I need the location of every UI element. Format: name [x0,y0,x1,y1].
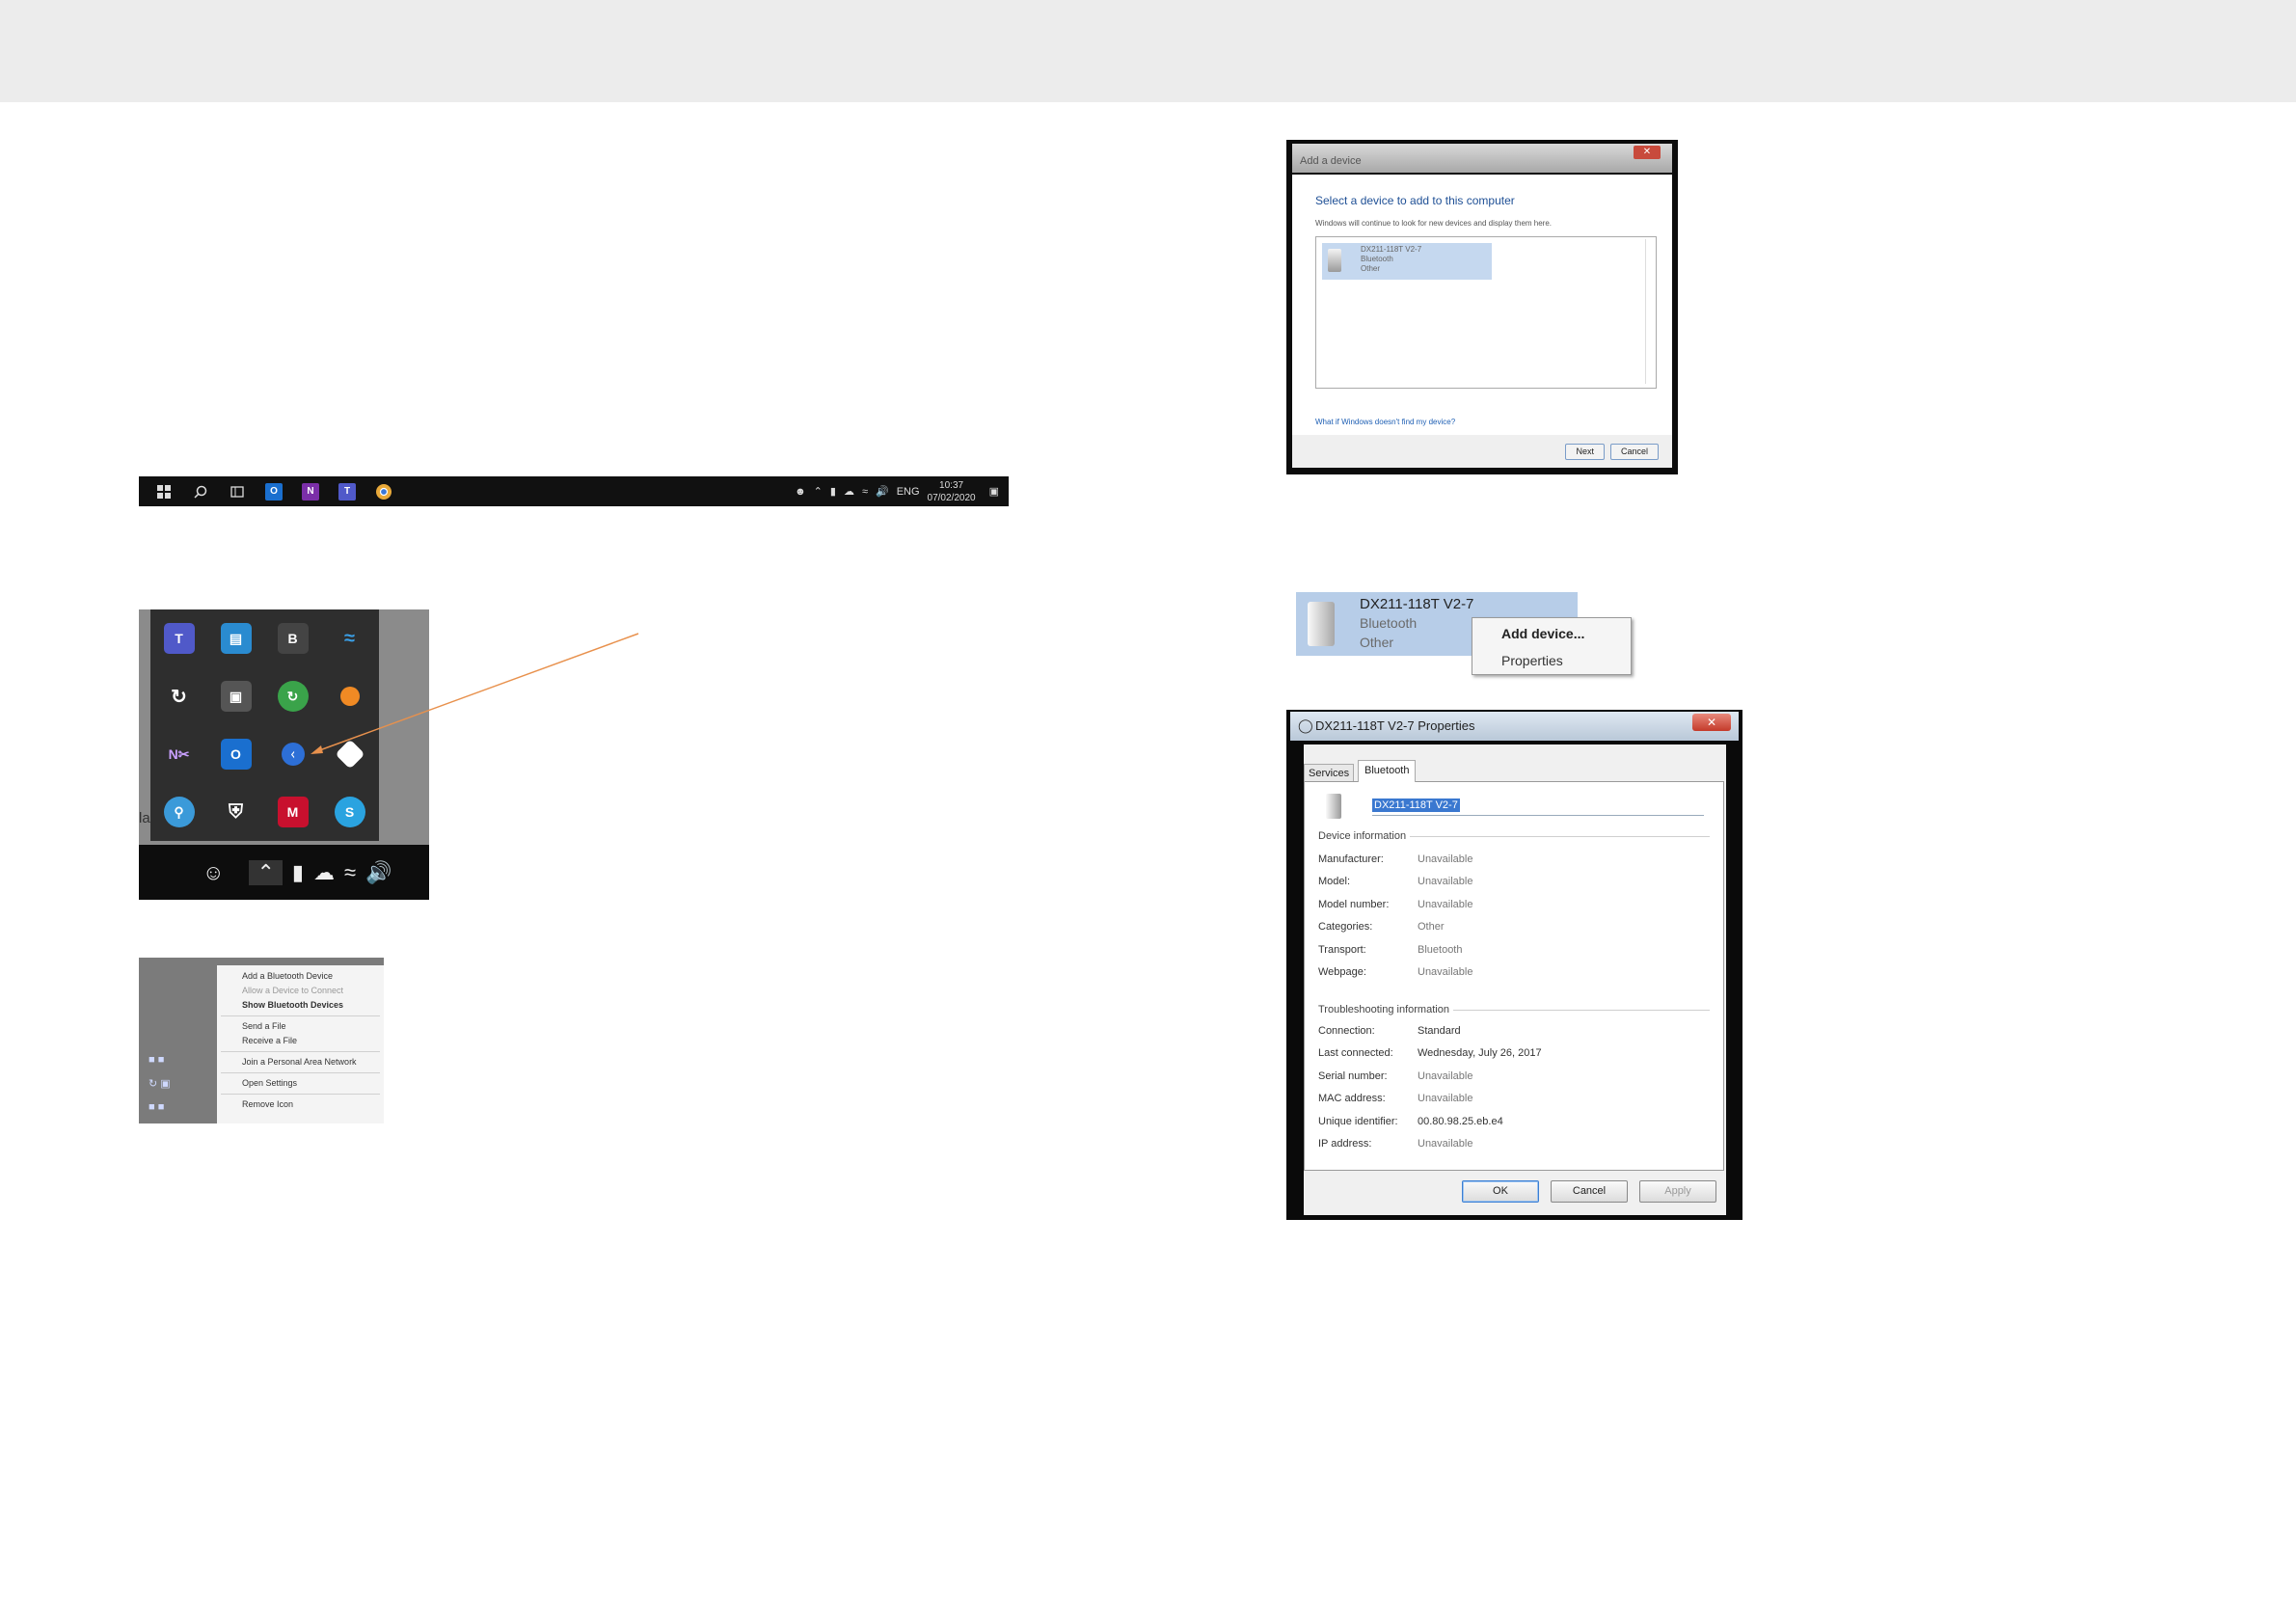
menu-item-open-settings[interactable]: Open Settings [217,1076,384,1091]
info-row: Webpage: Unavailable [1318,961,1710,985]
group-line [1452,1009,1710,1011]
close-button[interactable]: ✕ [1634,146,1661,159]
context-menu: Add a Bluetooth Device Allow a Device to… [217,965,384,1123]
info-row: Model number: Unavailable [1318,893,1710,916]
info-key: Model number: [1318,898,1390,910]
menu-item-receive-file[interactable]: Receive a File [217,1034,384,1048]
device-category: Other [1361,264,1381,273]
info-key: Unique identifier: [1318,1115,1398,1127]
group-title: Troubleshooting information [1318,1004,1449,1015]
info-value: Standard [1418,1024,1461,1037]
tray-icons-fragment: ■ ■ ↻ ▣ ■ ■ [149,1054,171,1113]
menu-item-show-bluetooth-devices[interactable]: Show Bluetooth Devices [217,998,384,1013]
info-row: IP address: Unavailable [1318,1133,1710,1156]
close-button[interactable]: ✕ [1692,714,1731,731]
menu-item-join-pan[interactable]: Join a Personal Area Network [217,1055,384,1069]
troubleshooting-group: Troubleshooting information Connection: S… [1318,1004,1710,1155]
device-icon [1328,249,1341,272]
menu-item-properties[interactable]: Properties [1501,653,1563,668]
info-key: Serial number: [1318,1069,1388,1082]
info-key: Last connected: [1318,1047,1393,1060]
dialog-footer: Next Cancel [1292,435,1672,468]
device-name: DX211-118T V2-7 [1360,596,1474,612]
device-list[interactable]: DX211-118T V2-7 Bluetooth Other [1315,236,1657,389]
bluetooth-context-menu-screenshot: ■ ■ ↻ ▣ ■ ■ Add a Bluetooth Device Allow a… [139,958,384,1123]
group-title: Device information [1318,830,1407,842]
device-icon [1326,794,1341,819]
group-line [1410,835,1710,837]
tab-bluetooth[interactable]: Bluetooth [1358,760,1417,782]
apply-button[interactable]: Apply [1639,1180,1716,1203]
device-context-menu: Add device... Properties [1472,617,1632,675]
annotation-arrow [311,633,639,754]
info-row: Manufacturer: Unavailable [1318,848,1710,871]
cancel-button[interactable]: Cancel [1609,444,1659,460]
menu-item-send-file[interactable]: Send a File [217,1019,384,1034]
info-value: Other [1418,921,1445,934]
info-value: Bluetooth [1418,943,1463,956]
info-value: Unavailable [1418,898,1473,910]
menu-item-add-bluetooth-device[interactable]: Add a Bluetooth Device [217,969,384,984]
device-information-group: Device information Manufacturer: Unavaila… [1318,830,1710,984]
menu-separator [221,1094,380,1095]
info-row: Transport: Bluetooth [1318,938,1710,961]
device-text: DX211-118T V2-7 Bluetooth Other [1361,245,1421,274]
info-row: Last connected: Wednesday, July 26, 2017 [1318,1042,1710,1066]
cancel-button[interactable]: Cancel [1551,1180,1628,1203]
info-value: Unavailable [1418,876,1473,888]
info-row: Model: Unavailable [1318,871,1710,894]
menu-item-allow-device-connect[interactable]: Allow a Device to Connect [217,984,384,998]
menu-separator [221,1051,380,1052]
info-value: Wednesday, July 26, 2017 [1418,1047,1542,1060]
info-value: 00.80.98.25.eb.e4 [1418,1115,1503,1127]
dialog-title: DX211-118T V2-7 Properties [1315,718,1475,733]
dialog-subheading: Windows will continue to look for new de… [1315,219,1553,228]
menu-separator [221,1072,380,1073]
info-row: MAC address: Unavailable [1318,1088,1710,1111]
add-device-dialog: Add a device ✕ Select a device to add to… [1286,140,1678,474]
info-value: Unavailable [1418,966,1473,979]
info-key: Categories: [1318,921,1373,934]
info-value: Unavailable [1418,853,1473,865]
info-key: MAC address: [1318,1093,1386,1105]
tab-panel: DX211-118T V2-7 Device information Manuf… [1304,781,1724,1171]
device-name-field[interactable]: DX211-118T V2-7 [1372,796,1704,816]
dialog-title-icon: ◯ [1298,717,1313,733]
device-name: DX211-118T V2-7 [1361,245,1422,254]
next-button[interactable]: Next [1565,444,1605,460]
menu-item-add-device[interactable]: Add device... [1501,626,1584,641]
info-value: Unavailable [1418,1069,1473,1082]
info-row: Serial number: Unavailable [1318,1065,1710,1088]
dialog-body: Select a device to add to this computer … [1292,175,1672,464]
info-value: Unavailable [1418,1138,1473,1150]
device-category: Other [1360,635,1394,650]
info-row: Unique identifier: 00.80.98.25.eb.e4 [1318,1110,1710,1133]
info-key: Transport: [1318,943,1366,956]
info-value: Unavailable [1418,1093,1473,1105]
dialog-body: Services Bluetooth DX211-118T V2-7 Devic… [1304,744,1726,1215]
properties-dialog: ◯ DX211-118T V2-7 Properties ✕ Services … [1286,710,1742,1220]
device-list-item[interactable]: DX211-118T V2-7 Bluetooth Other [1322,243,1492,280]
info-row: Connection: Standard [1318,1019,1710,1042]
menu-item-remove-icon[interactable]: Remove Icon [217,1097,384,1112]
dialog-titlebar: ◯ DX211-118T V2-7 Properties ✕ [1290,712,1739,741]
info-key: Model: [1318,876,1351,888]
info-key: Connection: [1318,1024,1375,1037]
device-type: Bluetooth [1360,615,1418,631]
device-name-selected: DX211-118T V2-7 [1372,798,1460,812]
ok-button[interactable]: OK [1462,1180,1539,1203]
info-key: IP address: [1318,1138,1372,1150]
menu-separator [221,1015,380,1016]
info-key: Manufacturer: [1318,853,1384,865]
tab-services[interactable]: Services [1304,764,1355,783]
scrollbar[interactable] [1645,239,1654,384]
info-row: Categories: Other [1318,916,1710,939]
info-key: Webpage: [1318,966,1366,979]
dialog-heading: Select a device to add to this computer [1315,194,1515,207]
device-type: Bluetooth [1361,255,1393,263]
device-icon [1308,602,1335,646]
dialog-titlebar: Add a device ✕ [1292,144,1672,173]
dialog-title: Add a device [1300,155,1362,167]
help-link[interactable]: What if Windows doesn't find my device? [1315,418,1455,426]
